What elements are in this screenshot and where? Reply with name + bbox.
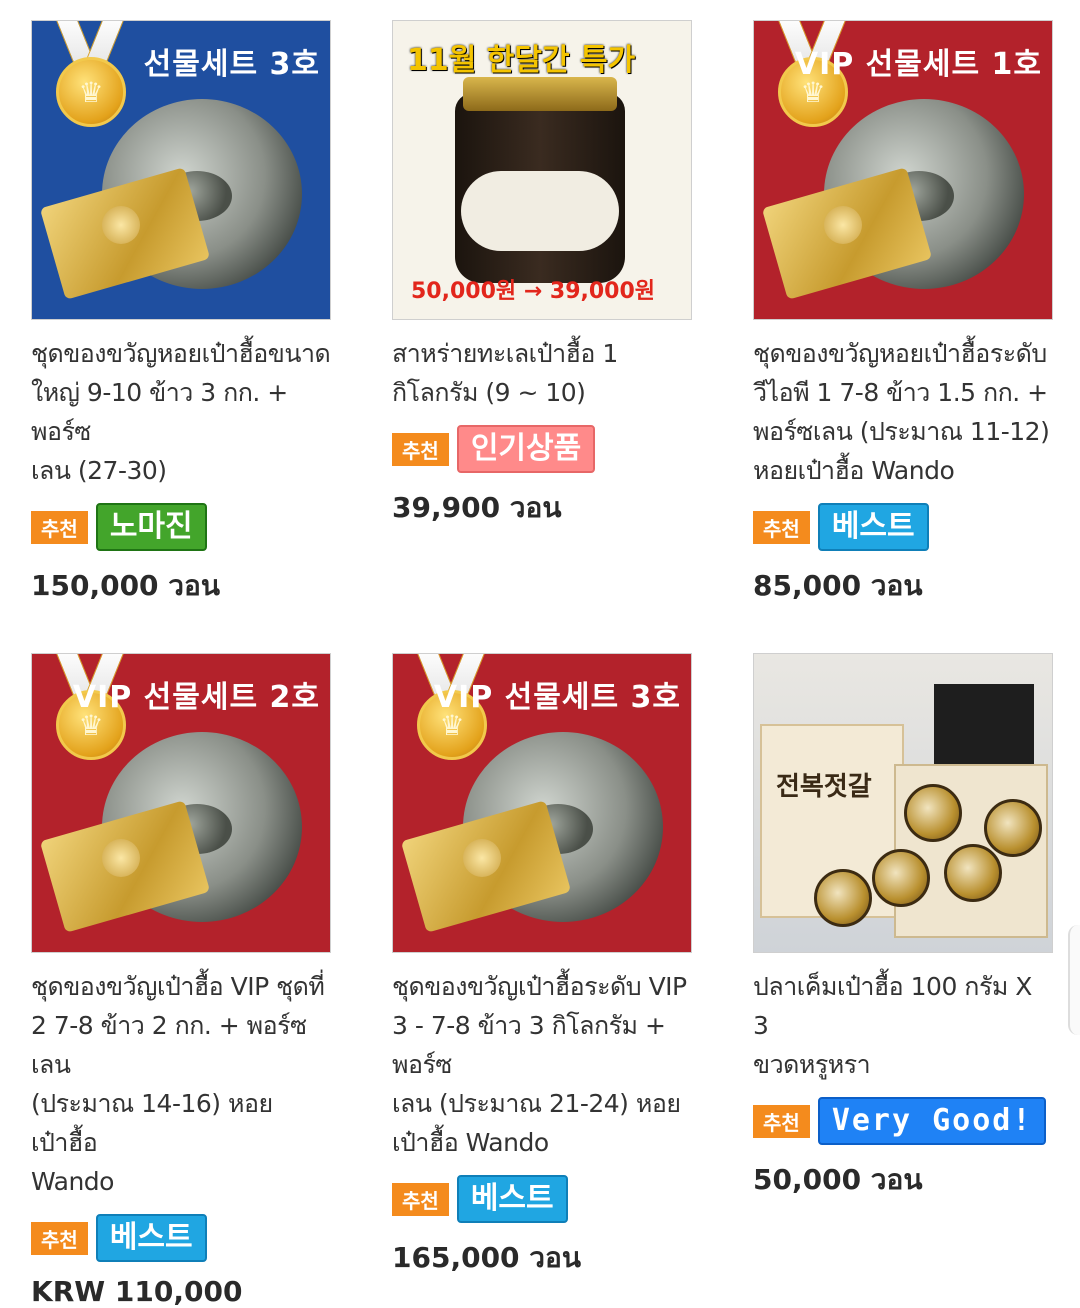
product-title-line: เลน (ประมาณ 21-24) หอย — [392, 1089, 681, 1118]
badge-row: 추천 베스트 — [31, 1214, 331, 1262]
product-title-line: Wando — [31, 1167, 114, 1196]
jar — [984, 799, 1042, 857]
product-title-line: เลน (27-30) — [31, 456, 167, 485]
product-title-line: ปลาเค็มเป๋าฮื้อ 100 กรัม X 3 — [753, 972, 1032, 1040]
badge-row: 추천 Very Good! — [753, 1097, 1053, 1145]
product-title-line: 2 7-8 ข้าว 2 กก. + พอร์ซเลน — [31, 1011, 307, 1079]
product-title-line: (ประมาณ 14-16) หอยเป๋าฮื้อ — [31, 1089, 273, 1157]
jar-label — [461, 171, 619, 251]
product-image[interactable]: ♛ VIP 선물세트 1호 — [753, 20, 1053, 320]
image-banner-text: VIP 선물세트 1호 — [794, 47, 1042, 82]
product-card[interactable]: ♛ VIP 선물세트 3호 ชุดของขวัญเป๋าฮื้อระดับ VI… — [392, 653, 692, 1280]
medal-ribbon — [62, 21, 118, 57]
product-card[interactable]: 전복젓갈 ปลาเค็มเป๋าฮื้อ 100 กรัม X 3 ขวดหรู… — [753, 653, 1053, 1202]
image-banner-text: VIP 선물세트 2호 — [72, 680, 320, 715]
product-card[interactable]: 11월 한달간 특가 50,000원 → 39,000원 สาหร่ายทะเล… — [392, 20, 692, 530]
product-price: 50,000 วอน — [753, 1163, 923, 1196]
product-title[interactable]: ชุดของขวัญเป๋าฮื้อระดับ VIP 3 - 7-8 ข้าว… — [392, 967, 692, 1162]
promo-title-text: 11월 한달간 특가 — [407, 43, 636, 78]
promo-price-text: 50,000원 → 39,000원 — [411, 279, 656, 304]
gift-knot — [463, 839, 501, 877]
product-card[interactable]: ♛ VIP 선물세트 1호 ชุดของขวัญหอยเป๋าฮื้อระดับ… — [753, 20, 1053, 608]
recommend-badge: 추천 — [753, 1104, 810, 1138]
product-image[interactable]: 11월 한달간 특가 50,000원 → 39,000원 — [392, 20, 692, 320]
badge-row: 추천 베스트 — [753, 503, 1053, 551]
product-price: 39,900 วอน — [392, 491, 562, 524]
jar-lid — [463, 77, 617, 111]
product-title-line: กิโลกรัม (9 ~ 10) — [392, 378, 586, 407]
product-price: KRW 110,000 — [31, 1275, 243, 1308]
verygood-badge: Very Good! — [817, 1097, 1047, 1145]
best-badge: 베스트 — [95, 1214, 207, 1262]
recommend-badge: 추천 — [31, 1221, 88, 1255]
product-title[interactable]: ชุดของขวัญหอยเป๋าฮื้อระดับ วีไอพี 1 7-8 … — [753, 334, 1053, 490]
best-badge: 베스트 — [817, 503, 929, 551]
jar — [944, 844, 1002, 902]
nomargin-badge: 노마진 — [95, 503, 207, 551]
badge-row: 추천 인기상품 — [392, 425, 692, 473]
product-image[interactable]: ♛ VIP 선물세트 3호 — [392, 653, 692, 953]
product-image[interactable]: ♛ VIP 선물세트 2호 — [31, 653, 331, 953]
product-price: 150,000 วอน — [31, 569, 220, 602]
product-title-line: ขวดหรูหรา — [753, 1050, 871, 1079]
jar — [872, 849, 930, 907]
product-image[interactable]: 전복젓갈 — [753, 653, 1053, 953]
recommend-badge: 추천 — [392, 432, 449, 466]
gift-knot — [102, 839, 140, 877]
image-banner-text: 선물세트 3호 — [143, 47, 320, 82]
product-image[interactable]: ♛ 선물세트 3호 — [31, 20, 331, 320]
scrollbar-handle[interactable] — [1068, 925, 1080, 1035]
gift-knot — [102, 206, 140, 244]
product-title-line: วีไอพี 1 7-8 ข้าว 1.5 กก. + — [753, 378, 1048, 407]
product-title-line: ชุดของขวัญหอยเป๋าฮื้อขนาด — [31, 339, 331, 368]
product-price: 165,000 วอน — [392, 1241, 581, 1274]
gift-bag — [934, 684, 1034, 764]
product-title-line: สาหร่ายทะเลเป๋าฮื้อ 1 — [392, 339, 618, 368]
product-title[interactable]: สาหร่ายทะเลเป๋าฮื้อ 1 กิโลกรัม (9 ~ 10) — [392, 334, 692, 412]
badge-row: 추천 베스트 — [392, 1175, 692, 1223]
product-title-line: ชุดของขวัญหอยเป๋าฮื้อระดับ — [753, 339, 1047, 368]
recommend-badge: 추천 — [31, 510, 88, 544]
jar — [904, 784, 962, 842]
product-title-line: ใหญ่ 9-10 ข้าว 3 กก. + พอร์ซ — [31, 378, 288, 446]
jar — [814, 869, 872, 927]
product-price: 85,000 วอน — [753, 569, 923, 602]
product-title-line: 3 - 7-8 ข้าว 3 กิโลกรัม + พอร์ซ — [392, 1011, 666, 1079]
crown-medal-icon: ♛ — [56, 57, 126, 127]
recommend-badge: 추천 — [753, 510, 810, 544]
product-card[interactable]: ♛ VIP 선물세트 2호 ชุดของขวัญเป๋าฮื้อ VIP ชุด… — [31, 653, 331, 1308]
product-title-line: ชุดของขวัญเป๋าฮื้อ VIP ชุดที่ — [31, 972, 325, 1001]
product-title-line: ชุดของขวัญเป๋าฮื้อระดับ VIP — [392, 972, 687, 1001]
product-grid: ♛ 선물세트 3호 ชุดของขวัญหอยเป๋าฮื้อขนาด ใหญ่… — [0, 0, 1080, 1308]
product-title-line: เป๋าฮื้อ Wando — [392, 1128, 549, 1157]
recommend-badge: 추천 — [392, 1182, 449, 1216]
product-title-line: พอร์ซเลน (ประมาณ 11-12) — [753, 417, 1050, 446]
image-banner-text: VIP 선물세트 3호 — [433, 680, 681, 715]
box-text: 전복젓갈 — [776, 772, 872, 802]
product-title[interactable]: ชุดของขวัญเป๋าฮื้อ VIP ชุดที่ 2 7-8 ข้าว… — [31, 967, 331, 1201]
best-badge: 베스트 — [456, 1175, 568, 1223]
product-title[interactable]: ปลาเค็มเป๋าฮื้อ 100 กรัม X 3 ขวดหรูหรา — [753, 967, 1053, 1084]
product-title[interactable]: ชุดของขวัญหอยเป๋าฮื้อขนาด ใหญ่ 9-10 ข้าว… — [31, 334, 331, 490]
product-card[interactable]: ♛ 선물세트 3호 ชุดของขวัญหอยเป๋าฮื้อขนาด ใหญ่… — [31, 20, 331, 608]
popular-badge: 인기상품 — [456, 425, 596, 473]
badge-row: 추천 노마진 — [31, 503, 331, 551]
product-title-line: หอยเป๋าฮื้อ Wando — [753, 456, 955, 485]
gift-knot — [824, 206, 862, 244]
